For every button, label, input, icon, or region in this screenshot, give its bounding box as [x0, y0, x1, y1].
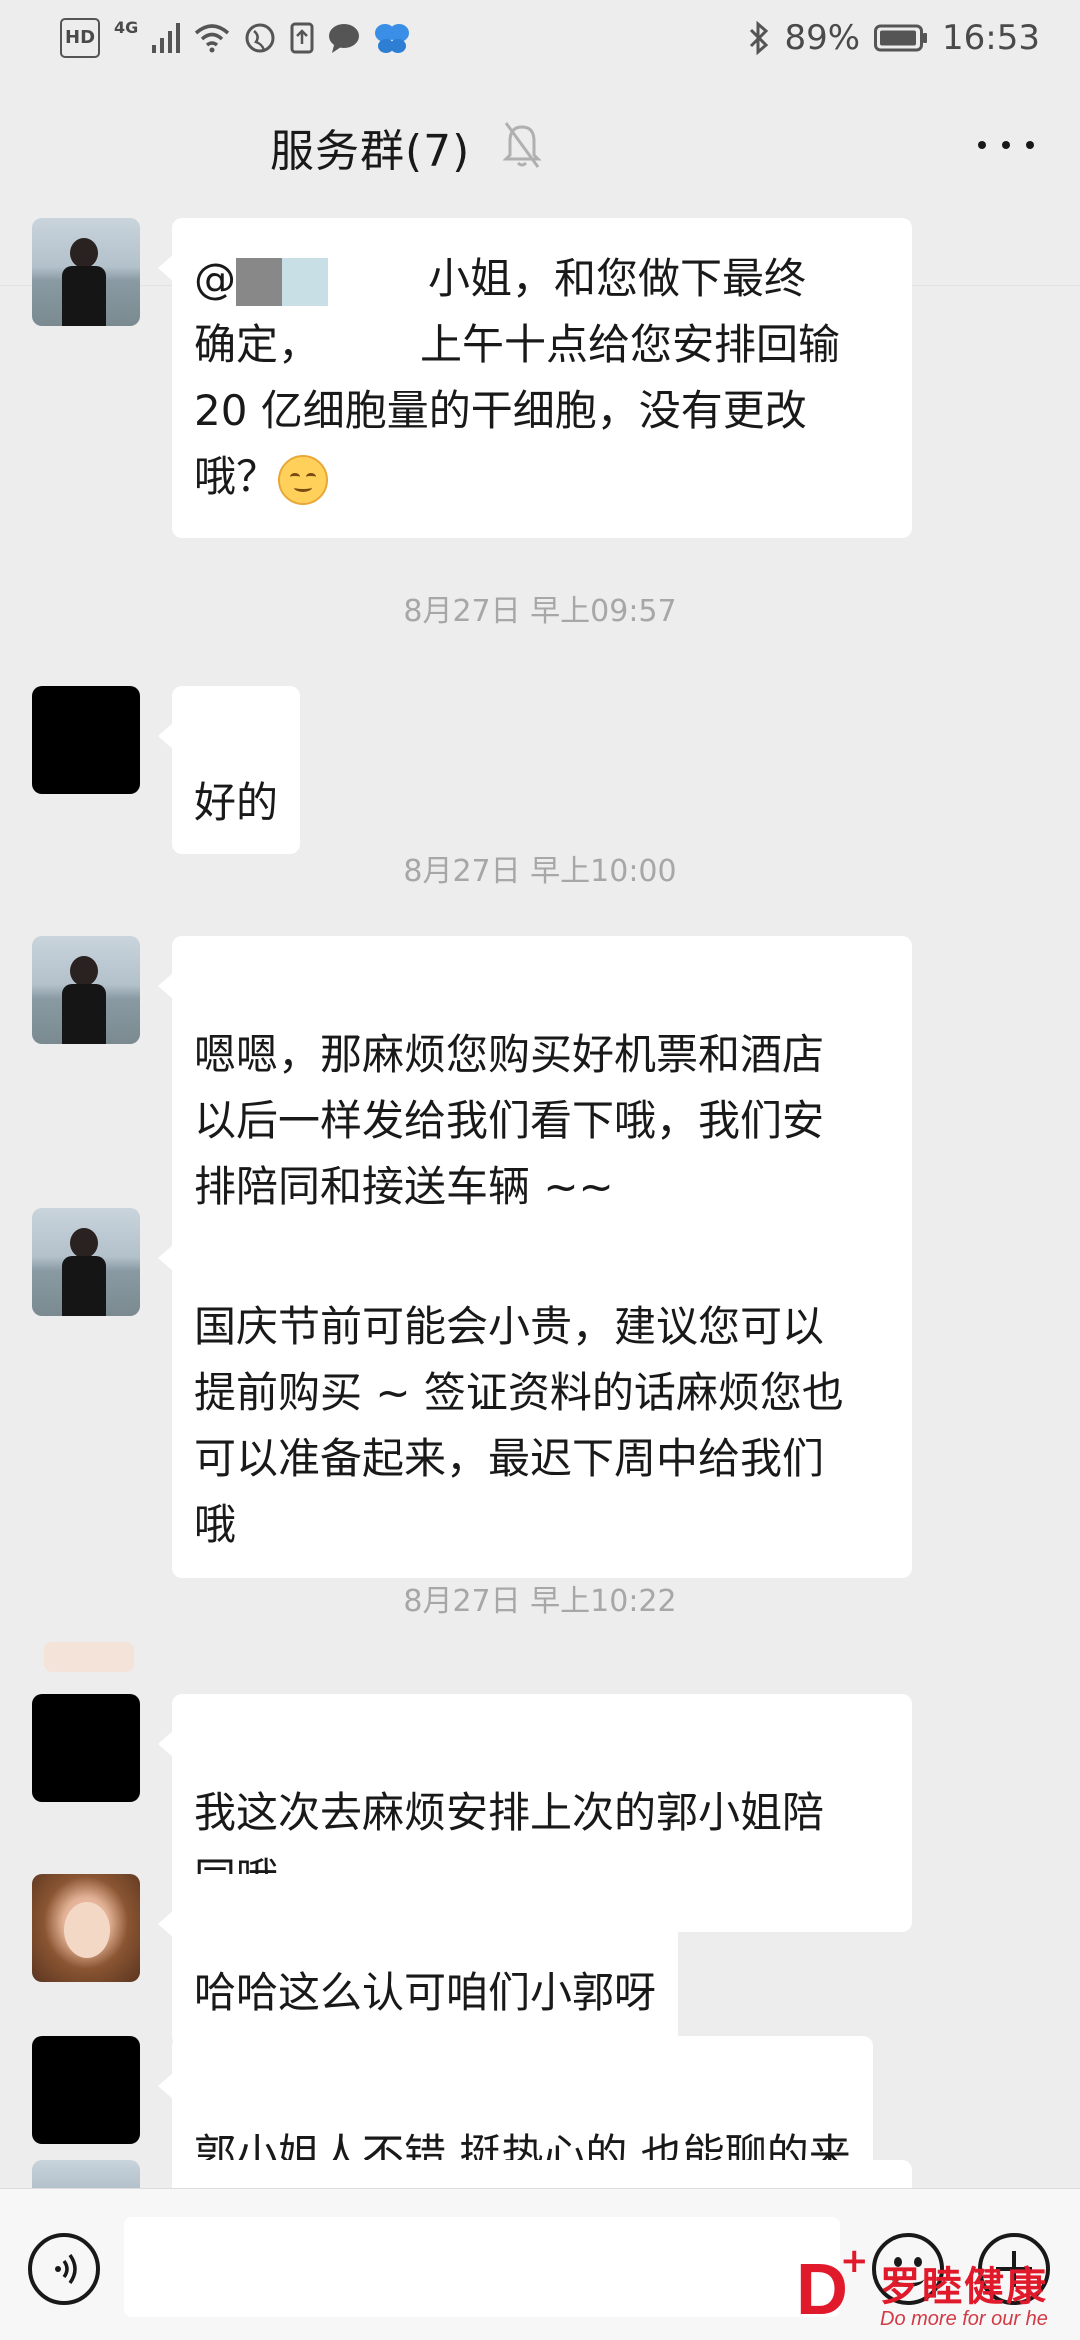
redaction-block [328, 257, 428, 306]
redaction-block [236, 257, 282, 306]
more-icon[interactable] [978, 133, 1034, 157]
watermark-brand: 罗睦健康 [880, 2264, 1048, 2310]
message-text: 好的 [194, 778, 279, 827]
message-item: 好的 [32, 686, 301, 854]
chat-screen: HD 4G 89% 16:53 服务群(7) @ 小姐，和您做下最终 确定， 上… [0, 0, 1080, 2340]
wifi-icon [194, 18, 230, 58]
watermark-slogan: Do more for our he [880, 2308, 1048, 2330]
avatar[interactable] [32, 1874, 140, 1982]
avatar[interactable] [32, 2036, 140, 2144]
chat-title[interactable]: 服务群(7) [270, 115, 470, 179]
avatar[interactable] [32, 218, 140, 326]
message-item: 哈哈这么认可咱们小郭呀 [32, 1874, 679, 2046]
message-bubble[interactable]: 哈哈这么认可咱们小郭呀 [157, 1874, 679, 2046]
redaction-block [282, 257, 328, 306]
message-bubble[interactable]: @ 小姐，和您做下最终 确定， 上午十点给您安排回输 20 亿细胞量的干细胞，没有更… [158, 218, 912, 538]
message-item: 嗯嗯，那麻烦您购买好机票和酒店 以后一样发给我们看下哦，我们安 排陪同和接送车辆… [32, 936, 912, 1240]
message-bubble[interactable]: 嗯嗯，那麻烦您购买好机票和酒店 以后一样发给我们看下哦，我们安 排陪同和接送车辆… [158, 936, 912, 1240]
message-text: 小姐，和您做下最终 [428, 254, 807, 303]
message-text: 20 亿细胞量的干细胞，没有更改 [194, 386, 807, 435]
message-item: @ 小姐，和您做下最终 确定， 上午十点给您安排回输 20 亿细胞量的干细胞，没有更… [32, 218, 912, 538]
timestamp: 8月27日 早上09:57 [403, 594, 677, 629]
message-item: 国庆节前可能会小贵，建议您可以 提前购买 ~ 签证资料的话麻烦您也 可以准备起来… [32, 1208, 912, 1578]
timestamp: 8月27日 早上10:22 [403, 1584, 677, 1619]
watermark-plus-icon: + [840, 2241, 869, 2281]
voice-icon[interactable] [28, 2233, 100, 2305]
message-text: 上午十点给您安排回输 [420, 320, 841, 369]
avatar[interactable] [32, 2160, 140, 2188]
avatar[interactable] [32, 686, 140, 794]
watermark: D + 罗睦健康 Do more for our he [796, 2241, 1080, 2340]
status-bar: HD 4G 89% 16:53 [0, 0, 1080, 75]
message-text: 哈哈这么认可咱们小郭呀 [194, 1968, 657, 2017]
blurred-element [44, 1642, 134, 1672]
network-4g-icon: 4G [114, 18, 139, 37]
chat-header: 服务群(7) [0, 75, 1080, 286]
avatar[interactable] [32, 1208, 140, 1316]
message-text: 确定， [194, 320, 321, 369]
status-left: HD 4G [60, 17, 410, 58]
signal-icon [152, 18, 181, 58]
message-text: 嗯嗯，那麻烦您购买好机票和酒店 以后一样发给我们看下哦，我们安 排陪同和接送车辆… [194, 1030, 825, 1211]
upload-icon [290, 18, 314, 58]
clock: 16:53 [942, 17, 1040, 58]
smile-emoji-icon [278, 454, 329, 505]
timestamp: 8月27日 早上10:00 [403, 854, 677, 889]
avatar[interactable] [32, 1694, 140, 1802]
bluetooth-icon [748, 18, 770, 58]
message-text: 国庆节前可能会小贵，建议您可以 提前购买 ~ 签证资料的话麻烦您也 可以准备起来… [194, 1302, 844, 1549]
hd-icon: HD [60, 17, 101, 58]
avatar[interactable] [32, 936, 140, 1044]
battery-percent: 89% [784, 17, 861, 58]
message-bubble[interactable]: 国庆节前可能会小贵，建议您可以 提前购买 ~ 签证资料的话麻烦您也 可以准备起来… [158, 1208, 912, 1578]
message-bubble[interactable]: 好的 [157, 686, 301, 854]
mention-prefix: @ [194, 254, 236, 303]
message-bubble[interactable] [172, 2160, 912, 2188]
battery-icon [874, 18, 928, 58]
redaction-block [320, 323, 421, 372]
message-text: 哦？ [194, 452, 279, 501]
status-right: 89% 16:53 [748, 18, 1040, 58]
globe-icon [244, 18, 276, 58]
chat-bubble-icon [328, 18, 360, 58]
butterfly-icon [374, 18, 410, 58]
mute-bell-icon [502, 117, 542, 173]
message-input[interactable] [124, 2217, 840, 2317]
